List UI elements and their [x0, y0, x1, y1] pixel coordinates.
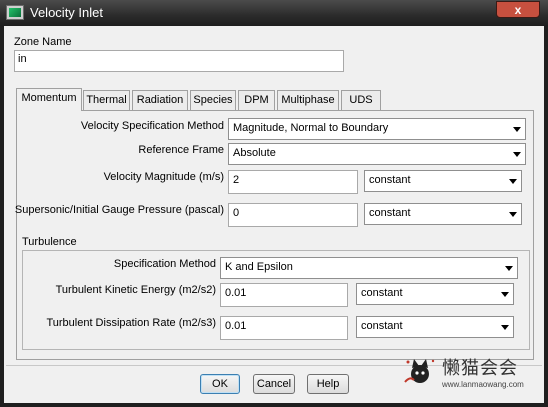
chevron-down-icon: [509, 212, 517, 217]
chevron-down-icon: [513, 152, 521, 157]
watermark: 懒猫会会 www.lanmaowang.com: [400, 350, 540, 398]
tab-radiation[interactable]: Radiation: [132, 90, 188, 110]
chevron-down-icon: [505, 266, 513, 271]
tab-dpm[interactable]: DPM: [238, 90, 275, 110]
velocity-spec-dropdown[interactable]: Magnitude, Normal to Boundary: [228, 118, 526, 140]
gauge-pressure-profile-value: constant: [369, 207, 411, 219]
gauge-pressure-label: Supersonic/Initial Gauge Pressure (pasca…: [14, 204, 224, 216]
tab-multiphase[interactable]: Multiphase: [277, 90, 339, 110]
tab-thermal[interactable]: Thermal: [83, 90, 130, 110]
tke-input[interactable]: 0.01: [220, 283, 348, 307]
chevron-down-icon: [501, 292, 509, 297]
close-button[interactable]: x: [496, 1, 540, 18]
tke-label: Turbulent Kinetic Energy (m2/s2): [55, 284, 216, 296]
velocity-magnitude-profile-dropdown[interactable]: constant: [364, 170, 522, 192]
ok-button[interactable]: OK: [200, 374, 240, 394]
chevron-down-icon: [509, 179, 517, 184]
title-bar[interactable]: Velocity Inlet x: [0, 0, 548, 26]
turbulence-spec-method-dropdown[interactable]: K and Epsilon: [220, 257, 518, 279]
window-title: Velocity Inlet: [30, 5, 103, 20]
velocity-inlet-dialog: Velocity Inlet x Zone Name in Momentum T…: [0, 0, 548, 407]
tdr-input[interactable]: 0.01: [220, 316, 348, 340]
chevron-down-icon: [501, 325, 509, 330]
window-frame-right: [544, 26, 548, 407]
reference-frame-label: Reference Frame: [138, 144, 224, 156]
window-frame-left: [0, 26, 4, 407]
gauge-pressure-profile-dropdown[interactable]: constant: [364, 203, 522, 225]
tdr-profile-dropdown[interactable]: constant: [356, 316, 514, 338]
zone-name-label: Zone Name: [14, 36, 72, 48]
cancel-button[interactable]: Cancel: [253, 374, 295, 394]
reference-frame-value: Absolute: [233, 147, 276, 159]
turbulence-spec-method-label: Specification Method: [113, 258, 216, 270]
tdr-profile-value: constant: [361, 320, 403, 332]
app-icon: [6, 5, 24, 20]
gauge-pressure-input[interactable]: 0: [228, 203, 358, 227]
zone-name-input[interactable]: in: [14, 50, 344, 72]
tab-species[interactable]: Species: [190, 90, 236, 110]
tab-uds[interactable]: UDS: [341, 90, 381, 110]
turbulence-group-title: Turbulence: [22, 236, 77, 248]
help-button[interactable]: Help: [307, 374, 349, 394]
chevron-down-icon: [513, 127, 521, 132]
reference-frame-dropdown[interactable]: Absolute: [228, 143, 526, 165]
tke-profile-dropdown[interactable]: constant: [356, 283, 514, 305]
turbulence-spec-method-value: K and Epsilon: [225, 261, 293, 273]
tab-momentum[interactable]: Momentum: [16, 88, 82, 111]
tke-profile-value: constant: [361, 287, 403, 299]
velocity-magnitude-input[interactable]: 2: [228, 170, 358, 194]
watermark-url: www.lanmaowang.com: [442, 380, 524, 389]
velocity-magnitude-label: Velocity Magnitude (m/s): [103, 171, 224, 183]
velocity-spec-label: Velocity Specification Method: [80, 120, 224, 132]
watermark-title: 懒猫会会: [442, 358, 518, 379]
velocity-magnitude-profile-value: constant: [369, 174, 411, 186]
velocity-spec-value: Magnitude, Normal to Boundary: [233, 122, 389, 134]
window-frame-bottom: [0, 403, 548, 407]
cat-logo-icon: [404, 359, 435, 383]
tdr-label: Turbulent Dissipation Rate (m2/s3): [46, 317, 216, 329]
